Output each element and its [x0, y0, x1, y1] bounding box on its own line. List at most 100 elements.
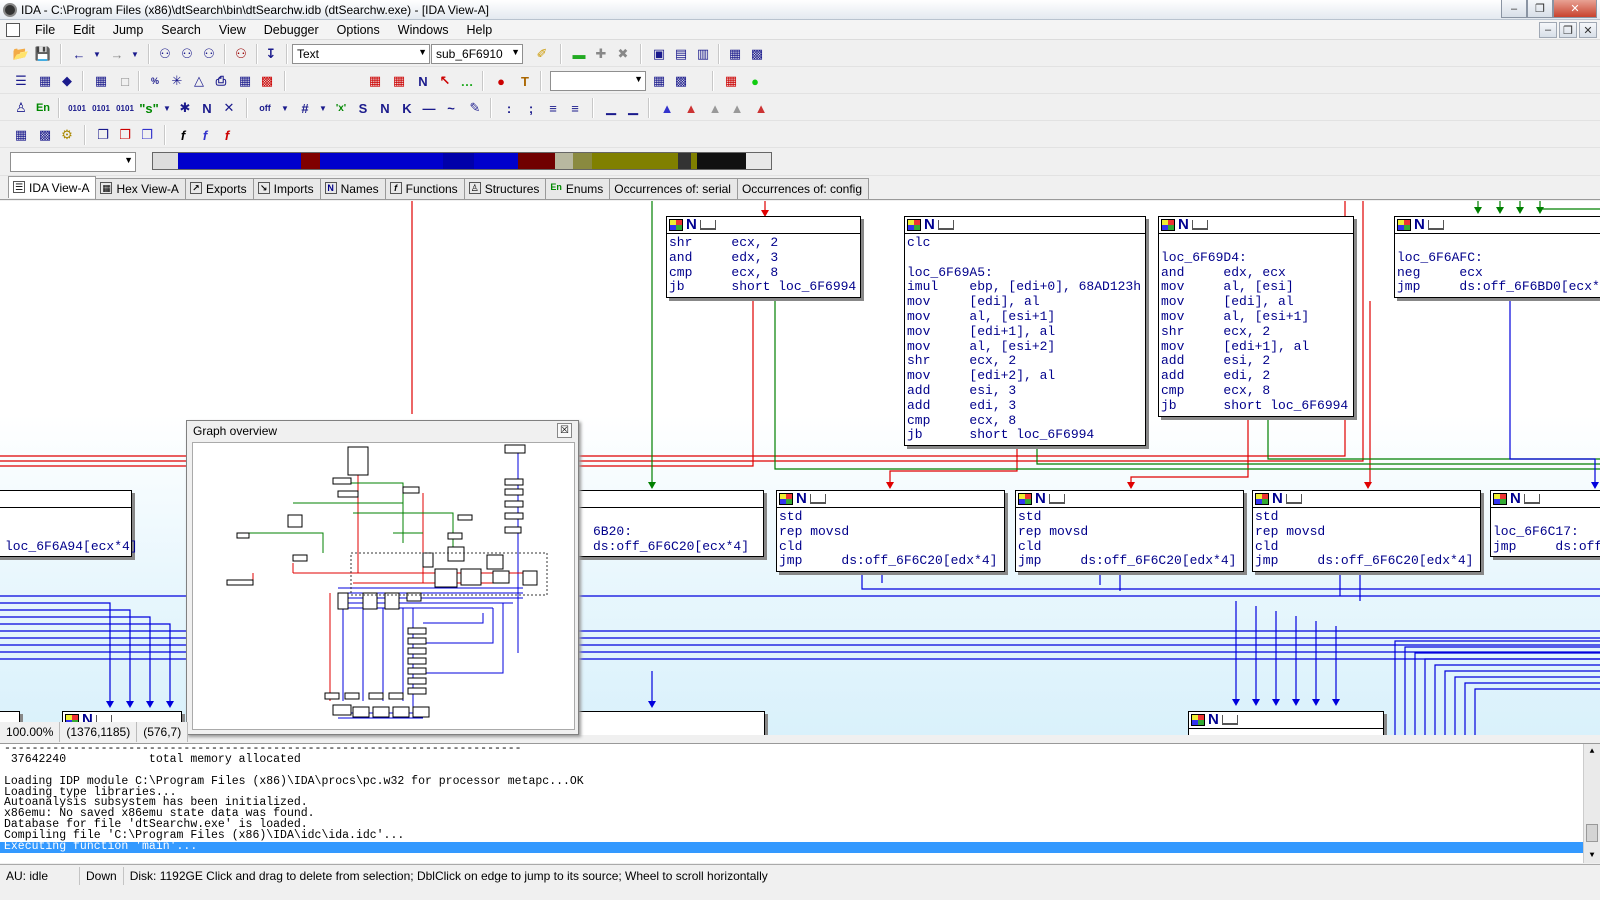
- forward-dropdown-icon[interactable]: ▼: [126, 45, 144, 63]
- offset-dropdown-icon[interactable]: ▼: [276, 99, 294, 117]
- page-icon[interactable]: □: [116, 72, 134, 90]
- menu-debugger[interactable]: Debugger: [255, 23, 328, 37]
- graph-node-bottom-2[interactable]: [560, 711, 765, 735]
- open-folder-icon[interactable]: 📂: [12, 45, 30, 63]
- bars-edit-icon[interactable]: ▁: [624, 99, 642, 117]
- stack-var-icon[interactable]: N: [376, 99, 394, 117]
- graph-node-loc-6f6a94[interactable]: ​​loc_6F6A94[ecx*4]: [0, 490, 138, 558]
- hash-icon[interactable]: #: [296, 99, 314, 117]
- scroll-up-icon[interactable]: ▲: [1584, 744, 1600, 760]
- struct-var-icon[interactable]: ↖: [436, 72, 454, 90]
- menu-jump[interactable]: Jump: [104, 23, 153, 37]
- tab-occurrences-config[interactable]: Occurrences of: config: [736, 178, 870, 199]
- user-xrefs-icon[interactable]: ▲: [752, 99, 770, 117]
- segment-edit-icon[interactable]: ▦: [390, 72, 408, 90]
- output-scrollbar[interactable]: ▲ ▼: [1583, 744, 1600, 863]
- doc-red-icon[interactable]: ▦: [722, 72, 740, 90]
- name-n-icon[interactable]: N: [198, 99, 216, 117]
- offset-icon[interactable]: off: [256, 99, 274, 117]
- char-icon[interactable]: 'x': [332, 99, 350, 117]
- mdi-minimize-button[interactable]: –: [1539, 22, 1557, 38]
- name-icon[interactable]: N: [414, 72, 432, 90]
- percent-icon[interactable]: %: [146, 72, 164, 90]
- window-stack-icon[interactable]: ▣: [650, 45, 668, 63]
- plus-icon[interactable]: ✚: [592, 45, 610, 63]
- function-edit-icon[interactable]: f: [196, 126, 214, 144]
- data-icon[interactable]: 0101: [92, 99, 110, 117]
- cross-icon[interactable]: ✕: [220, 99, 238, 117]
- image-icon[interactable]: ▩: [36, 126, 54, 144]
- calc-icon[interactable]: ▦: [36, 72, 54, 90]
- binoculars-text-icon[interactable]: ⚇: [178, 45, 196, 63]
- bitwise-not-icon[interactable]: ~: [442, 99, 460, 117]
- flow-chart-icon[interactable]: ▲: [658, 99, 676, 117]
- k-icon[interactable]: K: [398, 99, 416, 117]
- debugger-combo[interactable]: ​▼: [550, 71, 646, 91]
- output-window[interactable]: ----------------------------------------…: [0, 743, 1600, 863]
- breakpoint-icon[interactable]: ●: [492, 72, 510, 90]
- comment-lines-icon[interactable]: ≡: [544, 99, 562, 117]
- comment-repeat-icon[interactable]: ≡: [566, 99, 584, 117]
- graph-node-std-2[interactable]: N std rep movsd cld jmp ds:off_6F6C20[edx*4…: [1015, 490, 1244, 573]
- process-x-icon[interactable]: ▩: [672, 72, 690, 90]
- navigation-band[interactable]: [152, 152, 772, 170]
- document-menu-icon[interactable]: [6, 22, 20, 37]
- comment-icon[interactable]: …: [458, 72, 476, 90]
- call-graph-icon[interactable]: ▲: [682, 99, 700, 117]
- graph-node-std-1[interactable]: N std rep movsd cld jmp ds:off_6F6C20[edx*4…: [776, 490, 1005, 573]
- bars-icon[interactable]: ▁: [602, 99, 620, 117]
- function-combo[interactable]: sub_6F6910 ▼: [431, 44, 523, 64]
- xrefs-icon[interactable]: ✳: [168, 72, 186, 90]
- scroll-down-icon[interactable]: ▼: [1584, 848, 1600, 863]
- function-end-icon[interactable]: f: [218, 126, 236, 144]
- pencil-icon[interactable]: ✎: [466, 99, 484, 117]
- tab-ida-view-a[interactable]: ☰ IDA View-A: [8, 176, 97, 198]
- tab-functions[interactable]: f Functions: [384, 178, 465, 199]
- color-picker-icon[interactable]: ▩: [258, 72, 276, 90]
- tab-occurrences-serial[interactable]: Occurrences of: serial: [609, 178, 738, 199]
- tab-structures[interactable]: ♙ Structures: [463, 178, 547, 199]
- copy-icon[interactable]: ❐: [94, 126, 112, 144]
- tab-names[interactable]: N Names: [319, 178, 386, 199]
- minimize-button[interactable]: –: [1501, 0, 1527, 18]
- string-dropdown-icon[interactable]: ▼: [158, 99, 176, 117]
- menu-windows[interactable]: Windows: [389, 23, 458, 37]
- segment-s-icon[interactable]: S: [354, 99, 372, 117]
- graph-overview-canvas[interactable]: [192, 442, 575, 730]
- semicolon-icon[interactable]: ;: [522, 99, 540, 117]
- windows-red-icon[interactable]: ❐: [116, 126, 134, 144]
- undefine-icon[interactable]: 0101: [116, 99, 134, 117]
- window-horizontal-icon[interactable]: ▤: [672, 45, 690, 63]
- graph-node-6b20[interactable]: ​6B20:ds:off_6F6C20[ecx*4]: [560, 490, 764, 558]
- colon-icon[interactable]: :: [500, 99, 518, 117]
- calc-grid-icon[interactable]: ▦: [236, 72, 254, 90]
- code-icon[interactable]: 0101: [68, 99, 86, 117]
- collapse-green-icon[interactable]: ▬: [570, 45, 588, 63]
- person-icon[interactable]: ♙: [12, 99, 30, 117]
- calculator-icon[interactable]: ▦: [92, 72, 110, 90]
- menu-view[interactable]: View: [210, 23, 255, 37]
- segment-icon[interactable]: ▦: [366, 72, 384, 90]
- tab-enums[interactable]: En Enums: [545, 178, 611, 199]
- green-circle-icon[interactable]: ●: [746, 72, 764, 90]
- text-t-icon[interactable]: T: [516, 72, 534, 90]
- gear-icon[interactable]: ⚙: [58, 126, 76, 144]
- mdi-restore-button[interactable]: ❐: [1559, 22, 1577, 38]
- xrefs-from-icon[interactable]: ▲: [728, 99, 746, 117]
- menu-file[interactable]: File: [26, 23, 64, 37]
- save-icon[interactable]: 💾: [34, 45, 52, 63]
- graph-node-loc-6f69a5[interactable]: N clc​loc_6F69A5:imul ebp, [edi+0], 68AD…: [904, 216, 1146, 447]
- x-icon[interactable]: ✖: [614, 45, 632, 63]
- graph-node-loc-6f6afc[interactable]: N ​loc_6F6AFC:neg ecxjmp ds:off_6F6BD0[e…: [1394, 216, 1600, 299]
- ida-app-icon[interactable]: [3, 2, 17, 17]
- function-f-icon[interactable]: f: [174, 126, 192, 144]
- segment-combo[interactable]: ▼: [10, 152, 136, 172]
- scroll-thumb[interactable]: [1586, 824, 1598, 842]
- array-icon[interactable]: ✱: [176, 99, 194, 117]
- graph-node-bottom-3[interactable]: N: [1188, 711, 1384, 735]
- menu-search[interactable]: Search: [152, 23, 210, 37]
- menu-edit[interactable]: Edit: [64, 23, 104, 37]
- calc-small-icon[interactable]: ▦: [12, 126, 30, 144]
- graph-node-std-3[interactable]: N std rep movsd cld jmp ds:off_6F6C20[edx*4…: [1252, 490, 1481, 573]
- graph-overview-panel[interactable]: Graph overview ☒: [186, 420, 579, 735]
